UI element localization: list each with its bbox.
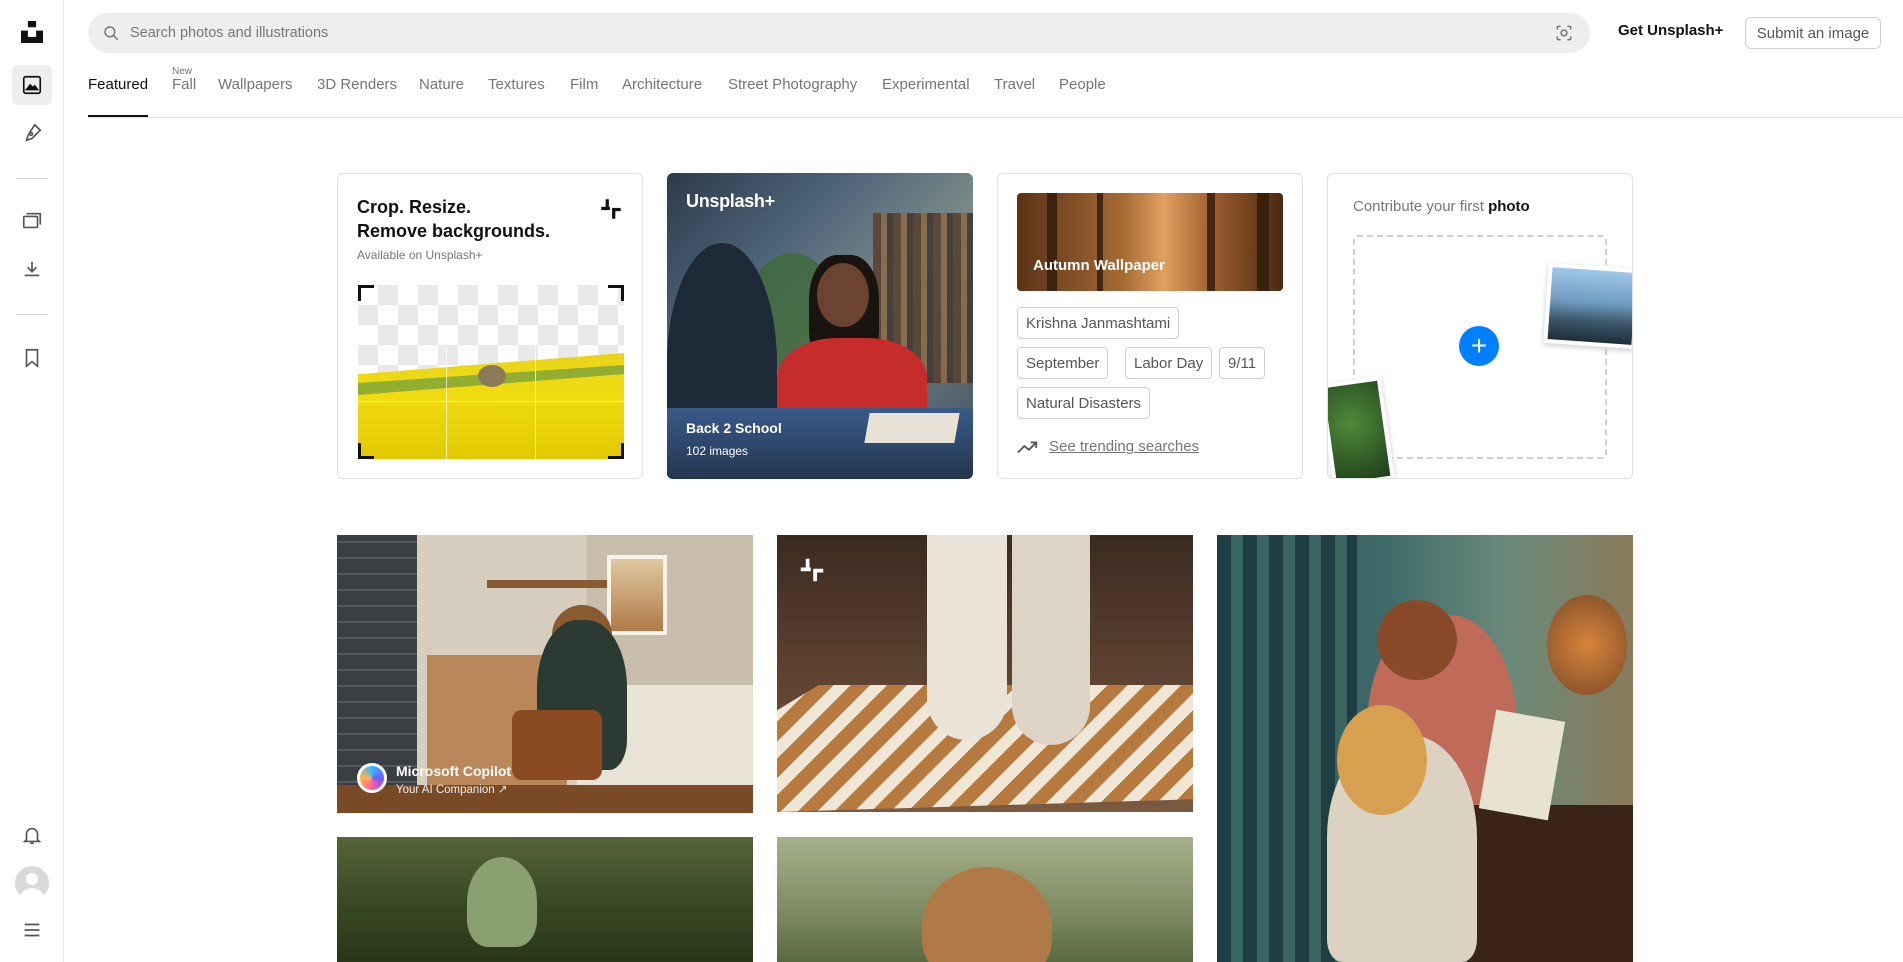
tab-3d-renders[interactable]: 3D Renders	[317, 76, 397, 93]
banner-title: Autumn Wallpaper	[1033, 257, 1165, 274]
trending-up-icon	[1017, 441, 1038, 453]
photo-tile[interactable]	[777, 837, 1193, 962]
rail-divider	[16, 178, 48, 179]
contribute-card[interactable]: Contribute your first photo +	[1327, 173, 1633, 479]
trending-chip[interactable]: Labor Day	[1125, 347, 1213, 379]
bell-icon[interactable]	[12, 815, 52, 855]
tab-street-photography[interactable]: Street Photography	[728, 76, 857, 93]
trending-chip[interactable]: 9/11	[1219, 347, 1266, 379]
search-bar	[88, 13, 1590, 53]
rail-divider	[16, 314, 48, 315]
tab-experimental[interactable]: Experimental	[882, 76, 970, 93]
menu-icon[interactable]	[12, 910, 52, 950]
crop-promo-subtitle: Available on Unsplash+	[357, 248, 483, 262]
sponsor-subtitle[interactable]: Your AI Companion ↗	[396, 782, 508, 796]
photo-tile[interactable]	[337, 837, 753, 962]
tab-textures[interactable]: Textures	[488, 76, 545, 93]
trending-chip[interactable]: Natural Disasters	[1017, 387, 1151, 419]
collections-icon[interactable]	[12, 201, 52, 241]
sample-landscape-photo	[1543, 262, 1632, 350]
download-icon[interactable]	[12, 249, 52, 289]
copilot-logo-icon	[357, 763, 387, 793]
sponsor-name[interactable]: Microsoft Copilot	[396, 763, 511, 779]
get-unsplash-plus-link[interactable]: Get Unsplash+	[1618, 22, 1723, 39]
bookmark-icon[interactable]	[12, 338, 52, 378]
collection-count: 102 images	[686, 444, 749, 458]
photos-icon[interactable]	[12, 65, 52, 105]
tab-fall[interactable]: Fall	[172, 76, 196, 93]
illustrations-pen-icon[interactable]	[12, 113, 52, 153]
left-rail	[0, 0, 64, 962]
photo-tile[interactable]: Microsoft Copilot Your AI Companion ↗	[337, 535, 753, 813]
trending-chip[interactable]: Krishna Janmashtami	[1017, 307, 1180, 339]
trending-card: Autumn Wallpaper Krishna Janmashtami Sep…	[997, 173, 1303, 479]
topic-tabs: Featured New Fall Wallpapers 3D Renders …	[88, 66, 1903, 118]
search-icon[interactable]	[102, 24, 120, 42]
crop-promo-title: Crop. Resize. Remove backgrounds.	[357, 197, 551, 241]
unsplash-logo-icon[interactable]	[12, 12, 52, 52]
collection-title: Back 2 School	[686, 420, 782, 436]
trending-chip[interactable]: September	[1017, 347, 1109, 379]
collection-card[interactable]: Unsplash+ Back 2 School 102 images	[667, 173, 973, 479]
unsplash-plus-wordmark: Unsplash+	[686, 191, 775, 211]
photo-tile[interactable]	[1217, 535, 1633, 962]
photo-tile[interactable]	[777, 535, 1193, 812]
see-trending-link[interactable]: See trending searches	[1017, 438, 1199, 455]
tab-travel[interactable]: Travel	[994, 76, 1035, 93]
contribute-title: Contribute your first photo	[1353, 198, 1530, 215]
tab-people[interactable]: People	[1059, 76, 1106, 93]
crop-promo-card[interactable]: Crop. Resize. Remove backgrounds. Availa…	[337, 173, 643, 479]
avatar[interactable]	[15, 866, 49, 900]
tab-architecture[interactable]: Architecture	[622, 76, 702, 93]
tab-featured[interactable]: Featured	[88, 76, 148, 93]
tab-film[interactable]: Film	[570, 76, 598, 93]
search-input[interactable]	[130, 13, 1510, 53]
visual-search-icon[interactable]	[1554, 23, 1574, 43]
active-tab-indicator	[88, 115, 148, 117]
add-photo-button[interactable]: +	[1459, 326, 1499, 366]
crop-preview-image	[358, 285, 624, 459]
tab-nature[interactable]: Nature	[419, 76, 464, 93]
tab-wallpapers[interactable]: Wallpapers	[218, 76, 292, 93]
unsplash-plus-icon	[601, 199, 621, 219]
autumn-wallpaper-banner[interactable]: Autumn Wallpaper	[1017, 193, 1283, 291]
unsplash-plus-icon	[800, 558, 824, 582]
submit-image-button[interactable]: Submit an image	[1745, 17, 1881, 49]
